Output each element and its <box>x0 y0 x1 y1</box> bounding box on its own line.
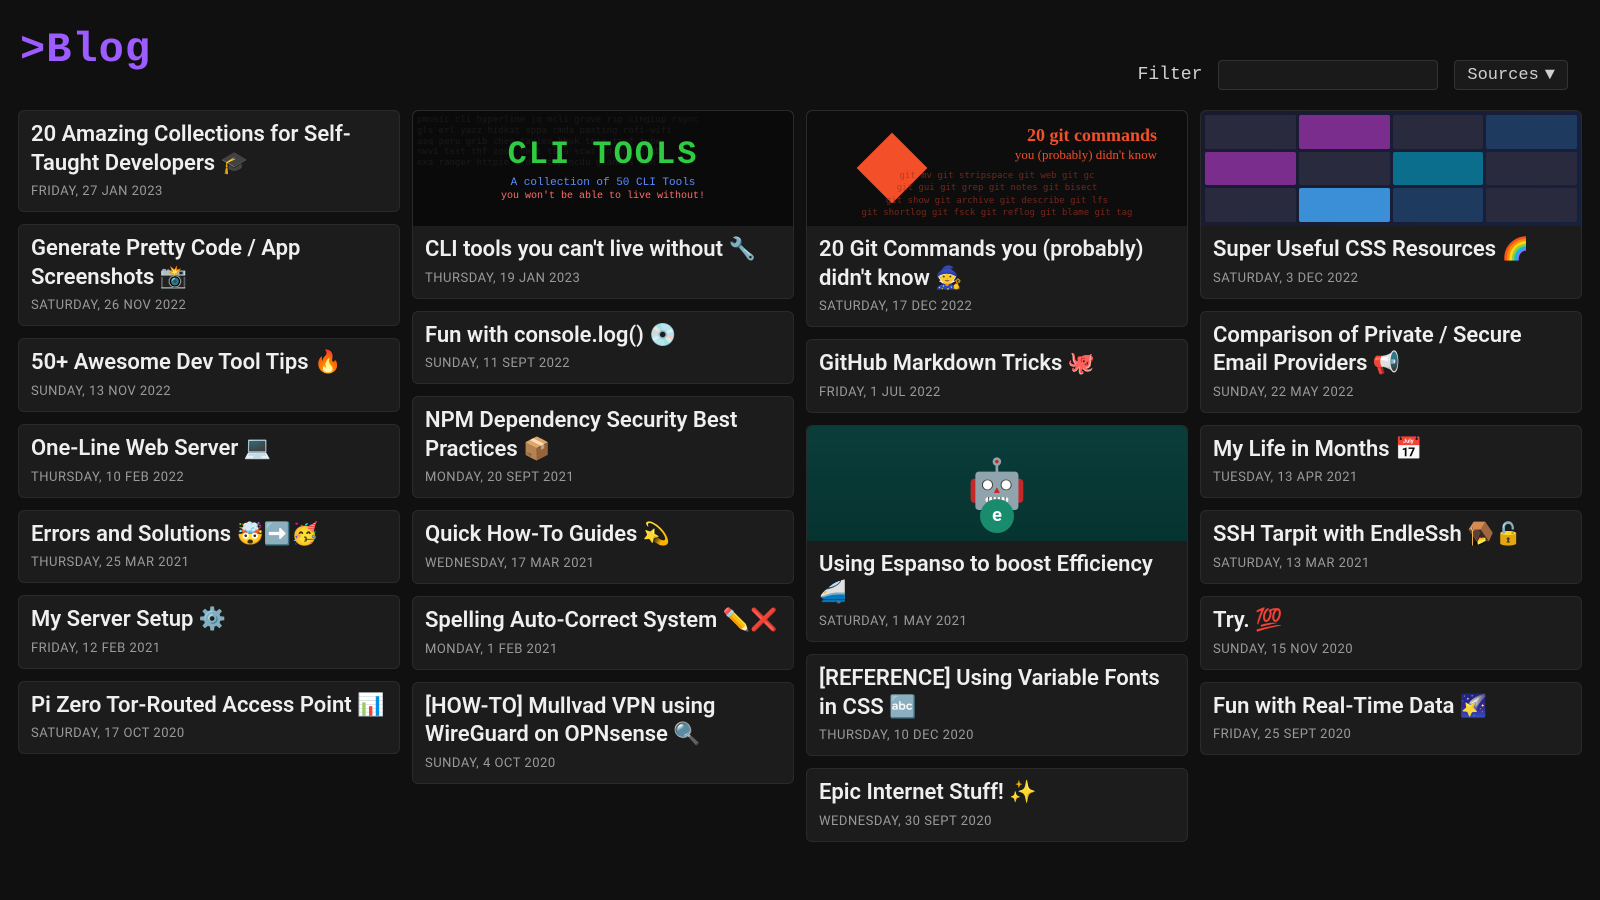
post-thumbnail: pmusic cli hyperline jq mcli gruve rip c… <box>413 111 793 226</box>
post-card[interactable]: My Server Setup ⚙️ FRIDAY, 12 FEB 2021 <box>18 595 400 669</box>
post-date: THURSDAY, 10 DEC 2020 <box>819 728 1175 743</box>
post-thumbnail: 20 git commands you (probably) didn't kn… <box>807 111 1187 226</box>
post-card[interactable]: Fun with console.log() 💿 SUNDAY, 11 SEPT … <box>412 311 794 385</box>
post-card[interactable]: Spelling Auto-Correct System ✏️❌ MONDAY, … <box>412 596 794 670</box>
post-title: One-Line Web Server 💻 <box>31 435 387 464</box>
post-date: SUNDAY, 22 MAY 2022 <box>1213 385 1569 400</box>
post-date: WEDNESDAY, 17 MAR 2021 <box>425 556 781 571</box>
post-title: GitHub Markdown Tricks 🐙 <box>819 350 1175 379</box>
post-card[interactable]: Super Useful CSS Resources 🌈 SATURDAY, 3 … <box>1200 110 1582 299</box>
post-title: Generate Pretty Code / App Screenshots 📸 <box>31 235 387 292</box>
post-card[interactable]: 20 Amazing Collections for Self-Taught D… <box>18 110 400 212</box>
post-card[interactable]: NPM Dependency Security Best Practices 📦… <box>412 396 794 498</box>
post-card[interactable]: SSH Tarpit with EndleSsh 🪤🔓 SATURDAY, 13 … <box>1200 510 1582 584</box>
post-date: SATURDAY, 1 MAY 2021 <box>819 614 1175 629</box>
post-date: FRIDAY, 25 SEPT 2020 <box>1213 727 1569 742</box>
post-card[interactable]: [HOW-TO] Mullvad VPN using WireGuard on … <box>412 682 794 784</box>
post-title: [HOW-TO] Mullvad VPN using WireGuard on … <box>425 693 781 750</box>
post-card[interactable]: Epic Internet Stuff! ✨ WEDNESDAY, 30 SEPT… <box>806 768 1188 842</box>
grid-column: Super Useful CSS Resources 🌈 SATURDAY, 3 … <box>1200 110 1582 842</box>
post-title: CLI tools you can't live without 🔧 <box>425 236 781 265</box>
post-card[interactable]: Quick How-To Guides 💫 WEDNESDAY, 17 MAR 2… <box>412 510 794 584</box>
post-card[interactable]: Comparison of Private / Secure Email Pro… <box>1200 311 1582 413</box>
post-date: SUNDAY, 11 SEPT 2022 <box>425 356 781 371</box>
post-date: SATURDAY, 17 OCT 2020 <box>31 726 387 741</box>
post-date: FRIDAY, 12 FEB 2021 <box>31 641 387 656</box>
post-card[interactable]: [REFERENCE] Using Variable Fonts in CSS … <box>806 654 1188 756</box>
post-date: SUNDAY, 13 NOV 2022 <box>31 384 387 399</box>
post-date: SUNDAY, 15 NOV 2020 <box>1213 642 1569 657</box>
filter-input[interactable] <box>1218 60 1438 90</box>
post-title: 20 Amazing Collections for Self-Taught D… <box>31 121 387 178</box>
post-card[interactable]: Fun with Real-Time Data 🌠 FRIDAY, 25 SEPT… <box>1200 682 1582 756</box>
grid-column: pmusic cli hyperline jq mcli gruve rip c… <box>412 110 794 842</box>
post-card[interactable]: GitHub Markdown Tricks 🐙 FRIDAY, 1 JUL 20… <box>806 339 1188 413</box>
thumb-title: 20 git commands <box>1027 125 1157 146</box>
post-card[interactable]: 20 git commands you (probably) didn't kn… <box>806 110 1188 327</box>
post-title: Pi Zero Tor-Routed Access Point 📊 <box>31 692 387 721</box>
filter-label: Filter <box>1138 65 1203 85</box>
post-card[interactable]: Pi Zero Tor-Routed Access Point 📊 SATURDA… <box>18 681 400 755</box>
post-title: Comparison of Private / Secure Email Pro… <box>1213 322 1569 379</box>
post-title: 50+ Awesome Dev Tool Tips 🔥 <box>31 349 387 378</box>
sources-label: Sources <box>1467 66 1538 85</box>
post-date: MONDAY, 20 SEPT 2021 <box>425 470 781 485</box>
post-title: Using Espanso to boost Efficiency 🚄 <box>819 551 1175 608</box>
post-date: SATURDAY, 13 MAR 2021 <box>1213 556 1569 571</box>
post-date: SATURDAY, 3 DEC 2022 <box>1213 271 1569 286</box>
sources-dropdown[interactable]: Sources ▼ <box>1454 60 1568 90</box>
espanso-logo-icon: e <box>980 499 1014 533</box>
post-thumbnail: 🤖e <box>807 426 1187 541</box>
post-title: My Server Setup ⚙️ <box>31 606 387 635</box>
post-card[interactable]: Errors and Solutions 🤯➡️🥳 THURSDAY, 25 MA… <box>18 510 400 584</box>
post-card[interactable]: My Life in Months 📅 TUESDAY, 13 APR 2021 <box>1200 425 1582 499</box>
page-title: >Blog <box>20 26 151 74</box>
thumb-commands: git mv git stripspace git web git gcgit … <box>807 170 1187 220</box>
post-date: MONDAY, 1 FEB 2021 <box>425 642 781 657</box>
grid-column: 20 Amazing Collections for Self-Taught D… <box>18 110 400 842</box>
post-grid: 20 Amazing Collections for Self-Taught D… <box>0 110 1600 860</box>
post-title: SSH Tarpit with EndleSsh 🪤🔓 <box>1213 521 1569 550</box>
chevron-down-icon: ▼ <box>1545 66 1555 85</box>
post-title: Spelling Auto-Correct System ✏️❌ <box>425 607 781 636</box>
post-title: Errors and Solutions 🤯➡️🥳 <box>31 521 387 550</box>
post-title: Quick How-To Guides 💫 <box>425 521 781 550</box>
post-date: THURSDAY, 25 MAR 2021 <box>31 555 387 570</box>
post-card[interactable]: Try. 💯 SUNDAY, 15 NOV 2020 <box>1200 596 1582 670</box>
post-title: Fun with Real-Time Data 🌠 <box>1213 693 1569 722</box>
post-title: Try. 💯 <box>1213 607 1569 636</box>
title-text: Blog <box>46 26 151 74</box>
post-date: WEDNESDAY, 30 SEPT 2020 <box>819 814 1175 829</box>
post-date: SATURDAY, 17 DEC 2022 <box>819 299 1175 314</box>
header-controls: Filter Sources ▼ <box>1138 60 1568 90</box>
post-date: THURSDAY, 10 FEB 2022 <box>31 470 387 485</box>
post-card[interactable]: 50+ Awesome Dev Tool Tips 🔥 SUNDAY, 13 NO… <box>18 338 400 412</box>
post-date: FRIDAY, 1 JUL 2022 <box>819 385 1175 400</box>
grid-column: 20 git commands you (probably) didn't kn… <box>806 110 1188 842</box>
post-title: Super Useful CSS Resources 🌈 <box>1213 236 1569 265</box>
post-card[interactable]: Generate Pretty Code / App Screenshots 📸… <box>18 224 400 326</box>
post-date: FRIDAY, 27 JAN 2023 <box>31 184 387 199</box>
post-card[interactable]: 🤖e Using Espanso to boost Efficiency 🚄 SAT… <box>806 425 1188 642</box>
post-date: THURSDAY, 19 JAN 2023 <box>425 271 781 286</box>
post-title: Epic Internet Stuff! ✨ <box>819 779 1175 808</box>
post-title: [REFERENCE] Using Variable Fonts in CSS … <box>819 665 1175 722</box>
thumb-subtitle: you (probably) didn't know <box>1015 147 1157 163</box>
post-title: My Life in Months 📅 <box>1213 436 1569 465</box>
prompt-icon: > <box>20 26 46 74</box>
post-title: Fun with console.log() 💿 <box>425 322 781 351</box>
post-date: SATURDAY, 26 NOV 2022 <box>31 298 387 313</box>
post-thumbnail <box>1201 111 1581 226</box>
post-date: SUNDAY, 4 OCT 2020 <box>425 756 781 771</box>
post-title: 20 Git Commands you (probably) didn't kn… <box>819 236 1175 293</box>
post-title: NPM Dependency Security Best Practices 📦 <box>425 407 781 464</box>
post-card[interactable]: pmusic cli hyperline jq mcli gruve rip c… <box>412 110 794 299</box>
post-date: TUESDAY, 13 APR 2021 <box>1213 470 1569 485</box>
post-card[interactable]: One-Line Web Server 💻 THURSDAY, 10 FEB 20… <box>18 424 400 498</box>
